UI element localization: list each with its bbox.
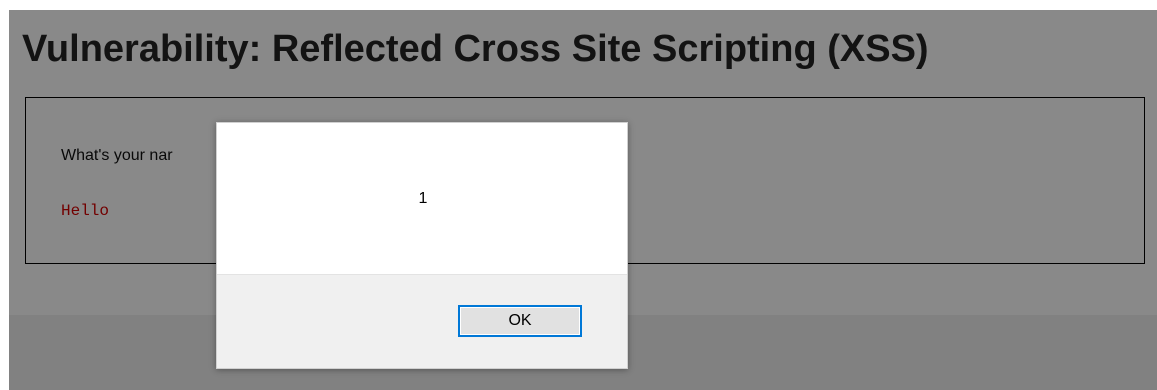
javascript-alert-dialog: 1 OK <box>216 122 628 369</box>
ok-button[interactable]: OK <box>458 305 582 337</box>
alert-footer: OK <box>217 274 627 368</box>
alert-message: 1 <box>418 190 428 207</box>
